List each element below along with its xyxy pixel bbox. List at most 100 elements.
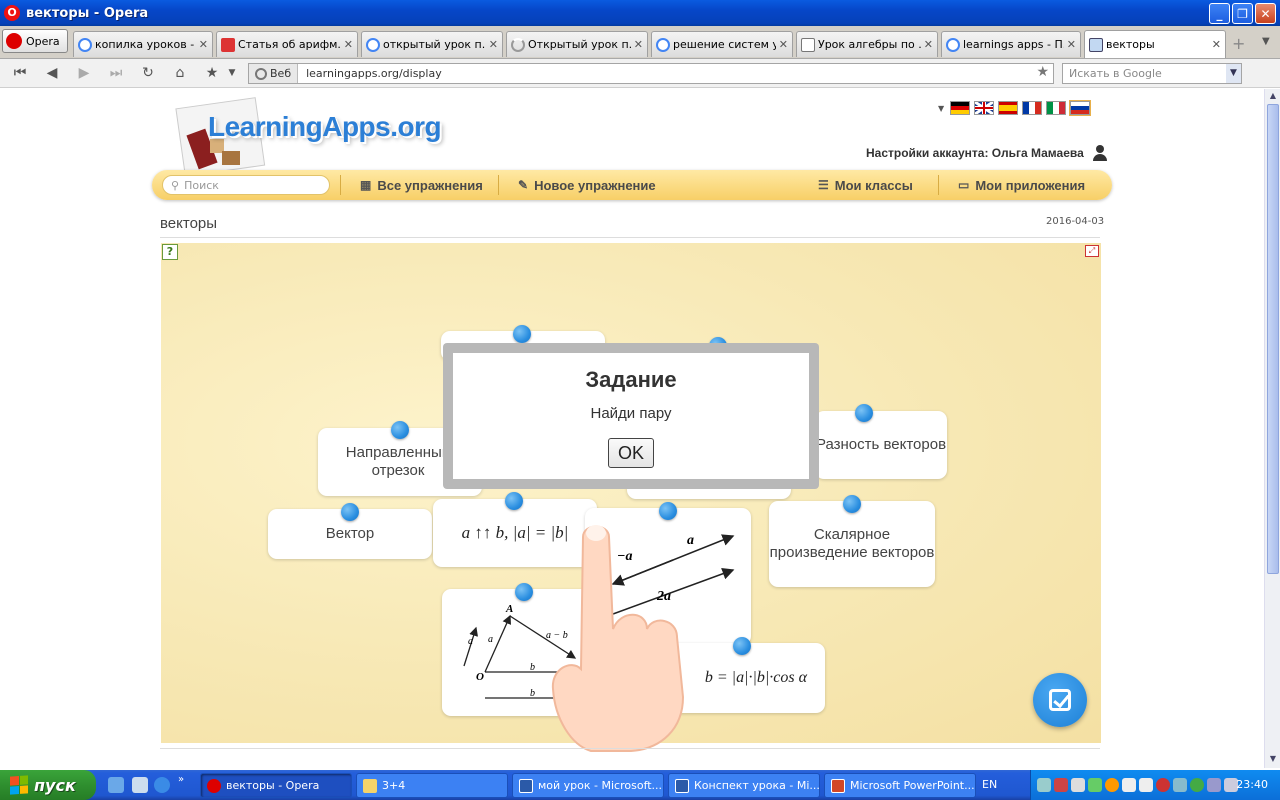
minimize-button[interactable]: _ <box>1209 3 1230 24</box>
flag-gb-icon[interactable] <box>974 100 995 116</box>
security-icon[interactable] <box>1088 778 1102 792</box>
flag-fr-icon[interactable] <box>1022 101 1043 115</box>
nav-all-exercises[interactable]: ▦ Все упражнения <box>360 170 483 200</box>
tab-5[interactable]: решение систем у... ✕ <box>651 31 793 57</box>
taskbar-item-folder[interactable]: 3+4 <box>356 773 508 798</box>
tab-menu-button[interactable]: ▼ <box>1262 36 1270 47</box>
opera-menu-button[interactable]: Opera <box>2 29 68 53</box>
scroll-up-icon[interactable]: ▲ <box>1267 91 1279 103</box>
tab-6[interactable]: Урок алгебры по ... ✕ <box>796 31 938 57</box>
close-window-button[interactable]: ✕ <box>1255 3 1276 24</box>
close-tab-icon[interactable]: ✕ <box>199 38 208 51</box>
divider <box>160 237 1100 238</box>
page-icon <box>1089 37 1103 52</box>
nav-my-apps[interactable]: ▭ Мои приложения <box>958 170 1085 200</box>
close-tab-icon[interactable]: ✕ <box>779 38 788 51</box>
address-bar[interactable]: Веб learningapps.org/display ★ <box>248 63 1054 84</box>
network-icon[interactable] <box>1037 778 1051 792</box>
tray-app-icon[interactable] <box>1054 778 1068 792</box>
opera-menu-label: Opera <box>26 34 60 48</box>
close-tab-icon[interactable]: ✕ <box>924 38 933 51</box>
account-settings[interactable]: Настройки аккаунта: Ольга Мамаева <box>866 145 1108 161</box>
ie-icon[interactable] <box>154 777 170 793</box>
shield-icon[interactable] <box>1139 778 1153 792</box>
taskbar-item-label: векторы - Opera <box>226 779 320 792</box>
fullscreen-icon[interactable]: ⤢ <box>1085 245 1099 257</box>
close-tab-icon[interactable]: ✕ <box>344 38 353 51</box>
close-tab-icon[interactable]: ✕ <box>489 38 498 51</box>
folder-icon: ▭ <box>958 178 970 192</box>
new-tab-button[interactable]: + <box>1232 34 1245 53</box>
check-answers-button[interactable] <box>1033 673 1087 727</box>
start-button[interactable]: пуск <box>0 770 96 800</box>
language-dropdown-icon[interactable]: ▼ <box>938 104 944 113</box>
update-icon[interactable] <box>1105 778 1119 792</box>
flag-es-icon[interactable] <box>998 101 1019 115</box>
taskbar-item-powerpoint[interactable]: Microsoft PowerPoint... <box>824 773 976 798</box>
tab-7[interactable]: learnings apps - П... ✕ <box>941 31 1081 57</box>
card-scalar-product[interactable]: Скалярное произведение векторов <box>769 501 935 587</box>
back-icon[interactable]: ◀ <box>42 64 62 82</box>
folder-icon <box>363 778 377 793</box>
site-logo[interactable]: LearningApps.org <box>208 111 442 143</box>
language-indicator[interactable]: EN <box>982 778 997 791</box>
card-label: Скалярное произведение векторов <box>769 526 935 561</box>
pin-icon <box>855 404 873 422</box>
tab-1[interactable]: копилка уроков - ... ✕ <box>73 31 213 57</box>
tray-green-icon[interactable] <box>1190 778 1204 792</box>
scroll-down-icon[interactable]: ▼ <box>1267 754 1279 766</box>
nav-my-classes[interactable]: ☰ Мои классы <box>818 170 913 200</box>
ok-button[interactable]: OK <box>608 438 654 468</box>
tab-8-active[interactable]: векторы ✕ <box>1084 30 1226 58</box>
opera-icon <box>6 33 22 49</box>
volume-icon[interactable] <box>1122 778 1136 792</box>
rewind-icon[interactable]: ⏮ <box>10 64 30 82</box>
forward-icon[interactable]: ▶ <box>74 64 94 82</box>
antivirus-icon[interactable] <box>1156 778 1170 792</box>
fast-forward-icon[interactable]: ⏭ <box>106 64 126 82</box>
flag-de-icon[interactable] <box>950 101 971 115</box>
bookmarks-dropdown-icon[interactable]: ▼ <box>222 64 242 82</box>
page-title: векторы <box>160 215 218 232</box>
taskbar: пуск » векторы - Opera 3+4 мой урок - Mi… <box>0 770 1280 800</box>
url-text[interactable]: learningapps.org/display <box>306 67 442 80</box>
taskbar-item-word-2[interactable]: Конспект урока - Mi... <box>668 773 820 798</box>
search-engine-dropdown[interactable]: ▼ <box>1226 64 1241 83</box>
tab-3[interactable]: открытый урок п... ✕ <box>361 31 503 57</box>
bluetooth-icon[interactable] <box>1207 778 1221 792</box>
nav-all-label: Все упражнения <box>377 177 483 193</box>
quicklaunch-more-icon[interactable]: » <box>178 774 194 790</box>
close-tab-icon[interactable]: ✕ <box>634 38 643 51</box>
search-input[interactable]: Искать в Google ▼ <box>1062 63 1242 84</box>
flag-ru-icon[interactable] <box>1069 100 1092 116</box>
account-label: Настройки аккаунта: Ольга Мамаева <box>866 146 1084 160</box>
add-bookmark-star-icon[interactable]: ★ <box>1036 64 1049 80</box>
flag-it-icon[interactable] <box>1046 101 1067 115</box>
show-desktop-icon[interactable] <box>108 777 124 793</box>
usb-icon[interactable] <box>1071 778 1085 792</box>
scrollbar-thumb[interactable] <box>1267 104 1279 574</box>
tab-2[interactable]: Статья об арифм... ✕ <box>216 31 358 57</box>
taskbar-item-word-1[interactable]: мой урок - Microsoft... <box>512 773 664 798</box>
nav-classes-label: Мои классы <box>834 177 913 193</box>
reload-icon[interactable]: ↻ <box>138 64 158 82</box>
close-tab-icon[interactable]: ✕ <box>1212 38 1221 51</box>
sync-icon[interactable] <box>1173 778 1187 792</box>
tab-4[interactable]: Открытый урок п... ✕ <box>506 31 648 57</box>
tab-label: решение систем у... <box>673 38 776 51</box>
taskbar-item-opera[interactable]: векторы - Opera <box>200 773 352 798</box>
label-b-bottom: b <box>530 688 535 699</box>
site-search-input[interactable]: ⚲ Поиск <box>162 175 330 195</box>
card-difference[interactable]: Разность векторов <box>815 411 947 479</box>
restore-button[interactable]: ❐ <box>1232 3 1253 24</box>
nav-new-exercise[interactable]: ✎ Новое упражнение <box>518 170 656 200</box>
messenger-icon[interactable] <box>132 777 148 793</box>
help-icon[interactable]: ? <box>162 244 178 260</box>
home-icon[interactable]: ⌂ <box>170 64 190 82</box>
google-icon <box>656 37 670 52</box>
bookmarks-star-icon[interactable]: ★ <box>202 64 222 82</box>
dialog-text: Найди пару <box>590 405 672 422</box>
web-badge[interactable]: Веб <box>249 64 299 83</box>
close-tab-icon[interactable]: ✕ <box>1067 38 1076 51</box>
vertical-scrollbar[interactable]: ▲ ▼ <box>1264 89 1280 768</box>
